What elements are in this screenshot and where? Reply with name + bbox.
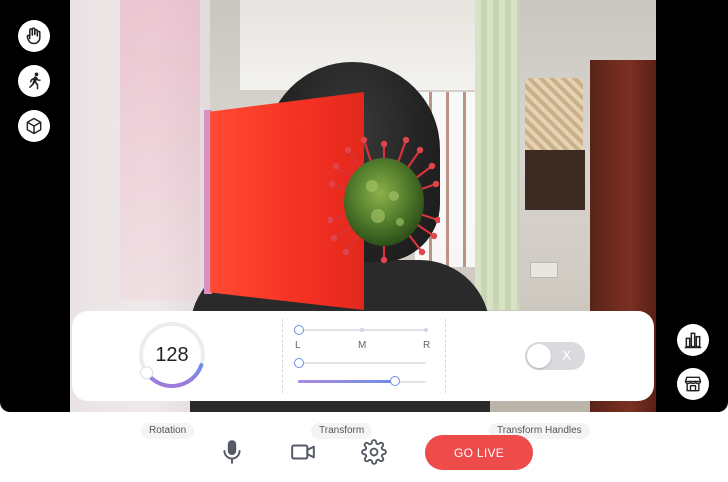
transform-slider-2-thumb[interactable] [294,358,304,368]
rotation-label: Rotation [141,423,195,439]
toggle-off-symbol: X [562,347,572,363]
app-root: 128 L M R X Rotation Transform Transform… [0,0,728,482]
transform-handles-toggle[interactable]: X [525,342,585,370]
transform-sliders: L M R [294,325,430,391]
go-live-button[interactable]: GO LIVE [425,435,533,470]
background-green-curtain [475,0,520,310]
object-3d-button[interactable] [18,110,50,142]
microphone-icon [223,440,241,464]
transform-slider-2-track [298,362,426,364]
background-basket [525,78,583,156]
transform-control-panel: 128 L M R X [72,311,654,401]
transform-slider-3-fill [298,380,396,383]
settings-button[interactable] [359,437,389,467]
transform-slider-1-thumb[interactable] [294,325,304,335]
right-toolbar [677,324,709,400]
transform-slider-1-tick-mid [360,328,364,332]
background-outlet [530,262,558,278]
panel-divider [282,319,283,393]
3d-box-icon [26,117,42,135]
motion-button[interactable] [18,65,50,97]
settings-gear-icon [361,439,387,465]
bar-chart-icon [684,332,702,349]
toggle-knob [527,344,551,368]
gesture-button[interactable] [18,20,50,52]
ar-virus-object[interactable] [328,136,440,264]
store-icon [684,376,702,392]
stats-button[interactable] [677,324,709,356]
rotation-value: 128 [155,343,189,366]
camera-viewport: 128 L M R X [0,0,728,412]
transform-slider-1-tick-end [424,328,428,332]
panel-divider [445,319,446,393]
transform-label-left: L [295,340,301,351]
microphone-button[interactable] [217,437,247,467]
transform-label-middle: M [358,340,367,351]
transform-slider-3-thumb[interactable] [390,376,401,386]
background-shelf [525,150,585,210]
transform-label-right: R [423,340,431,351]
video-camera-icon [291,444,315,460]
store-button[interactable] [677,368,709,400]
background-pink-curtain [120,0,200,300]
left-toolbar [18,20,50,142]
video-camera-button[interactable] [288,437,318,467]
runner-icon [28,72,41,90]
hand-gesture-icon [26,27,41,45]
